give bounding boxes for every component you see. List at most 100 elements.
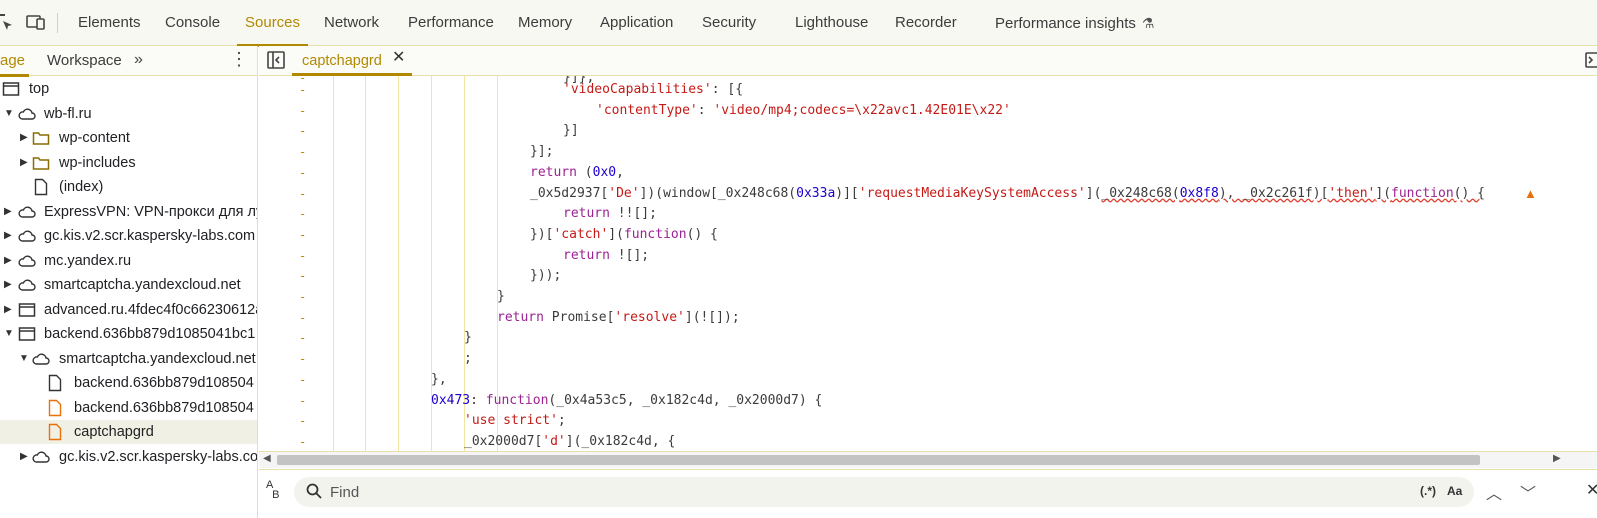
close-tab-icon[interactable]: ✕ (392, 47, 405, 67)
tab-recorder[interactable]: Recorder (895, 0, 957, 46)
tab-sources[interactable]: Sources (236, 0, 309, 47)
collapsed-triangle-icon[interactable]: ▶ (4, 273, 14, 297)
collapsed-triangle-icon[interactable]: ▶ (4, 298, 14, 322)
scroll-right-icon[interactable]: ▶ (1553, 453, 1561, 464)
code-text: }, (431, 371, 447, 387)
code-line: -})['catch'](function() { (259, 225, 1597, 246)
code-text: })); (530, 268, 562, 284)
navigator-panel: age Workspace » ⋮ top ▼ wb-fl.ru ▶ wp-co… (0, 46, 258, 518)
tree-item-captchapgrd[interactable]: captchapgrd (0, 420, 257, 444)
tree-item-wb-fl[interactable]: ▼ wb-fl.ru (0, 102, 257, 126)
replace-toggle-icon[interactable]: A B (266, 480, 279, 501)
gutter-marker: - (299, 310, 307, 325)
tab-performance[interactable]: Performance (408, 0, 494, 46)
warning-icon[interactable]: ▲ (1524, 186, 1537, 201)
close-find-icon[interactable]: ✕ (1586, 480, 1597, 500)
find-input[interactable] (330, 482, 1230, 502)
regex-toggle[interactable]: (.*) (1420, 484, 1436, 498)
scroll-left-icon[interactable]: ◀ (263, 453, 271, 464)
chevron-up-icon[interactable]: ︿ (1486, 480, 1502, 504)
tab-security[interactable]: Security (702, 0, 756, 46)
collapsed-triangle-icon[interactable]: ▶ (20, 126, 30, 150)
tree-item-index[interactable]: (index) (0, 175, 257, 199)
expanded-triangle-icon[interactable]: ▼ (4, 102, 14, 126)
inspect-element-icon[interactable] (0, 12, 14, 32)
gutter-marker: - (299, 352, 307, 367)
code-line: -} (259, 328, 1597, 349)
flask-icon: ⚗ (1141, 15, 1155, 31)
tab-application[interactable]: Application (600, 0, 673, 46)
tree-item-backend-script[interactable]: backend.636bb879d108504 (0, 396, 257, 420)
tab-performance-insights[interactable]: Performance insights ⚗ (995, 0, 1154, 46)
tab-elements[interactable]: Elements (78, 0, 141, 46)
tree-item-mc-yandex[interactable]: ▶ mc.yandex.ru (0, 249, 257, 273)
tree-item-smartcaptcha-nested[interactable]: ▼ smartcaptcha.yandexcloud.net (0, 347, 257, 371)
device-toolbar-icon[interactable] (26, 12, 46, 32)
code-line: -}, (259, 370, 1597, 391)
cloud-icon (18, 255, 36, 267)
more-tabs-icon[interactable]: » (134, 51, 143, 69)
tree-item-label: captchapgrd (74, 424, 154, 440)
tab-network[interactable]: Network (324, 0, 379, 46)
kebab-menu-icon[interactable]: ⋮ (230, 49, 248, 70)
code-text: 'videoCapabilities': [{ (563, 82, 744, 97)
gutter-marker: - (299, 165, 307, 180)
code-line: - 0x473: function(_0x4a53c5, _0x182c4d, _… (259, 391, 1597, 412)
tab-console[interactable]: Console (165, 0, 220, 46)
tree-item-label: gc.kis.v2.scr.kaspersky-labs.com (44, 228, 256, 244)
toggle-navigator-icon[interactable] (266, 50, 286, 70)
collapsed-triangle-icon[interactable]: ▶ (4, 200, 14, 224)
tree-item-backend-file[interactable]: backend.636bb879d108504 (0, 371, 257, 395)
tree-item-expressvpn[interactable]: ▶ ExpressVPN: VPN-прокси для лу (0, 200, 257, 224)
tree-item-backend-frame[interactable]: ▼ backend.636bb879d1085041bc1 (0, 322, 257, 346)
toolbar-divider (57, 13, 58, 33)
code-text: 0x473: function(_0x4a53c5, _0x182c4d, _0… (431, 392, 823, 408)
tree-item-label: top (29, 81, 50, 97)
tab-memory[interactable]: Memory (518, 0, 572, 46)
script-file-icon (48, 399, 62, 416)
scrollbar-thumb[interactable] (277, 455, 1480, 465)
frame-icon (18, 327, 36, 341)
code-line: - 'videoCapabilities': [{ (259, 80, 1597, 101)
cloud-icon (32, 451, 50, 463)
code-line: -; (259, 349, 1597, 370)
collapsed-triangle-icon[interactable]: ▶ (4, 224, 14, 248)
tree-item-label: mc.yandex.ru (44, 252, 132, 269)
tree-item-label: smartcaptcha.yandexcloud.net (44, 277, 241, 293)
gutter-marker: - (299, 207, 307, 222)
horizontal-scrollbar[interactable]: ◀ ▶ (259, 451, 1597, 468)
collapsed-triangle-icon[interactable]: ▶ (20, 445, 30, 469)
tree-item-kaspersky[interactable]: ▶ gc.kis.v2.scr.kaspersky-labs.com (0, 224, 257, 248)
tree-item-smartcaptcha[interactable]: ▶ smartcaptcha.yandexcloud.net (0, 273, 257, 297)
tab-workspace[interactable]: Workspace (47, 46, 122, 76)
tree-item-advanced-frame[interactable]: ▶ advanced.ru.4fdec4f0c66230612a (0, 298, 257, 322)
gutter-marker: - (299, 331, 307, 346)
tab-performance-insights-label: Performance insights (995, 15, 1136, 32)
tab-page[interactable]: age (0, 46, 30, 77)
expanded-triangle-icon[interactable]: ▼ (19, 347, 29, 371)
match-case-toggle[interactable]: Aa (1447, 484, 1462, 498)
chevron-down-icon[interactable]: ﹀ (1520, 480, 1536, 504)
frame-icon (2, 82, 20, 96)
tree-item-label: wb-fl.ru (44, 105, 92, 122)
file-icon (48, 374, 62, 392)
tab-lighthouse[interactable]: Lighthouse (795, 0, 868, 46)
collapsed-triangle-icon[interactable]: ▶ (4, 249, 14, 273)
gutter-marker: - (299, 269, 307, 284)
devtools-main-toolbar: Elements Console Sources Network Perform… (0, 0, 1597, 47)
code-text: return Promise['resolve'](![]); (497, 309, 740, 325)
toggle-debugger-icon[interactable] (1585, 50, 1597, 70)
tree-item-top[interactable]: top (0, 77, 257, 101)
gutter-marker: - (299, 186, 307, 201)
expanded-triangle-icon[interactable]: ▼ (4, 322, 14, 346)
tree-item-wp-includes[interactable]: ▶ wp-includes (0, 151, 257, 175)
collapsed-triangle-icon[interactable]: ▶ (20, 151, 30, 175)
tree-item-kaspersky-nested[interactable]: ▶ gc.kis.v2.scr.kaspersky-labs.com (0, 445, 257, 469)
gutter-marker: - (299, 290, 307, 304)
tree-item-wp-content[interactable]: ▶ wp-content (0, 126, 257, 150)
code-editor[interactable]: -}]}, - 'videoCapabilities': [{ - 'content… (259, 76, 1597, 451)
cloud-icon (32, 353, 50, 365)
frame-icon (18, 302, 36, 317)
editor-tab-captchapgrd[interactable]: captchapgrd (292, 46, 412, 76)
code-line: -}]; (259, 142, 1597, 163)
